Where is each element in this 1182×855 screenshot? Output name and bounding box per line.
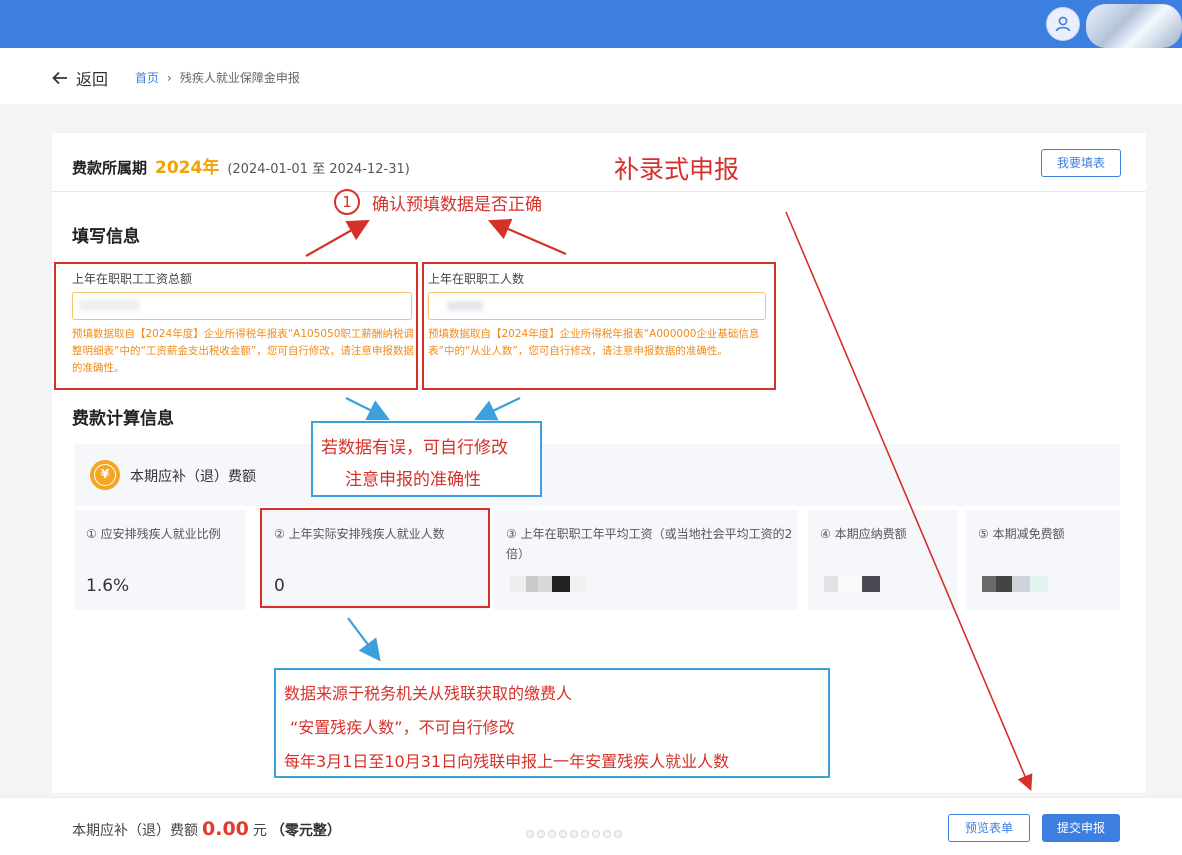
back-button[interactable]: 返回	[52, 66, 108, 90]
period-label: 费款所属期	[72, 159, 148, 177]
annotation-box-wage	[54, 262, 418, 390]
footer-bar: 本期应补（退）费额 0.00 元 （零元整） 预览表单 提交申报	[0, 797, 1182, 855]
metric-payable-label: ④ 本期应纳费额	[820, 527, 907, 541]
yen-icon: ¥	[90, 460, 120, 490]
metric-reduction-label: ⑤ 本期减免费额	[978, 527, 1065, 541]
period-info: 费款所属期 2024年 (2024-01-01 至 2024-12-31)	[72, 153, 410, 178]
dot	[537, 830, 545, 838]
metric-ratio: ① 应安排残疾人就业比例 1.6%	[74, 510, 246, 610]
metric-payable: ④ 本期应纳费额	[808, 510, 958, 610]
annotation-box-staff	[422, 262, 776, 390]
annotation-title: 补录式申报	[614, 155, 740, 184]
annotation-edit-note: 若数据有误，可自行修改 注意申报的准确性	[311, 421, 542, 497]
annotation-box-disabled-count	[260, 508, 490, 608]
metric-avg-wage-redacted	[510, 576, 586, 592]
metric-reduction-redacted	[982, 576, 1048, 592]
metric-avg-wage-label: ③ 上年在职职工年平均工资（或当地社会平均工资的2倍）	[506, 527, 793, 561]
metric-ratio-label: ① 应安排残疾人就业比例	[86, 527, 221, 541]
dot	[559, 830, 567, 838]
period-range: (2024-01-01 至 2024-12-31)	[227, 162, 410, 177]
user-avatar[interactable]	[1046, 7, 1080, 41]
metric-reduction: ⑤ 本期减免费额	[966, 510, 1120, 610]
metric-ratio-value: 1.6%	[86, 576, 130, 596]
footer-total-amount: 0.00	[202, 818, 249, 840]
dot	[570, 830, 578, 838]
footer-total: 本期应补（退）费额 0.00 元 （零元整）	[72, 818, 341, 840]
nav-bar: 返回 首页 › 残疾人就业保障金申报	[0, 48, 1182, 104]
back-label: 返回	[76, 70, 109, 89]
top-bar	[0, 0, 1182, 48]
period-year: 2024年	[155, 158, 220, 178]
preview-form-button[interactable]: 预览表单	[948, 814, 1030, 842]
breadcrumb: 首页 › 残疾人就业保障金申报	[135, 69, 300, 86]
step1-text: 确认预填数据是否正确	[372, 195, 542, 215]
fill-section-title: 填写信息	[72, 227, 140, 247]
edit-note-line1: 若数据有误，可自行修改	[321, 438, 508, 458]
fill-form-button[interactable]: 我要填表	[1041, 149, 1121, 177]
annotation-source-note: 数据来源于税务机关从残联获取的缴费人 “安置残疾人数”，不可自行修改 每年3月1…	[274, 668, 830, 778]
dot	[603, 830, 611, 838]
edit-note-line2: 注意申报的准确性	[345, 470, 481, 490]
calc-section-title: 费款计算信息	[72, 409, 174, 429]
breadcrumb-home[interactable]: 首页	[135, 69, 159, 86]
breadcrumb-current: 残疾人就业保障金申报	[179, 71, 300, 85]
divider	[52, 191, 1146, 192]
source-note-line3: 每年3月1日至10月31日向残联申报上一年安置残疾人就业人数	[284, 752, 730, 771]
dot	[526, 830, 534, 838]
arrow-left-icon	[52, 71, 67, 85]
submit-declaration-button[interactable]: 提交申报	[1042, 814, 1120, 842]
step1-number: 1	[334, 189, 360, 215]
footer-total-label: 本期应补（退）费额	[72, 823, 198, 839]
footer-total-unit: 元	[252, 823, 267, 839]
summary-title: 本期应补（退）费额	[130, 469, 256, 485]
dot	[581, 830, 589, 838]
dot	[614, 830, 622, 838]
page-dots	[526, 830, 622, 838]
user-icon	[1055, 16, 1071, 32]
dot	[548, 830, 556, 838]
chevron-right-icon: ›	[167, 70, 172, 85]
footer-total-upper: （零元整）	[270, 823, 341, 839]
source-note-line1: 数据来源于税务机关从残联获取的缴费人	[284, 684, 573, 703]
metric-avg-wage: ③ 上年在职职工年平均工资（或当地社会平均工资的2倍）	[494, 510, 798, 610]
source-note-line2: “安置残疾人数”，不可自行修改	[290, 718, 515, 737]
summary-header: ¥ 本期应补（退）费额	[74, 444, 1120, 506]
metric-payable-redacted	[824, 576, 880, 592]
yen-symbol: ¥	[94, 464, 116, 486]
user-name-redacted[interactable]	[1086, 4, 1182, 48]
dot	[592, 830, 600, 838]
